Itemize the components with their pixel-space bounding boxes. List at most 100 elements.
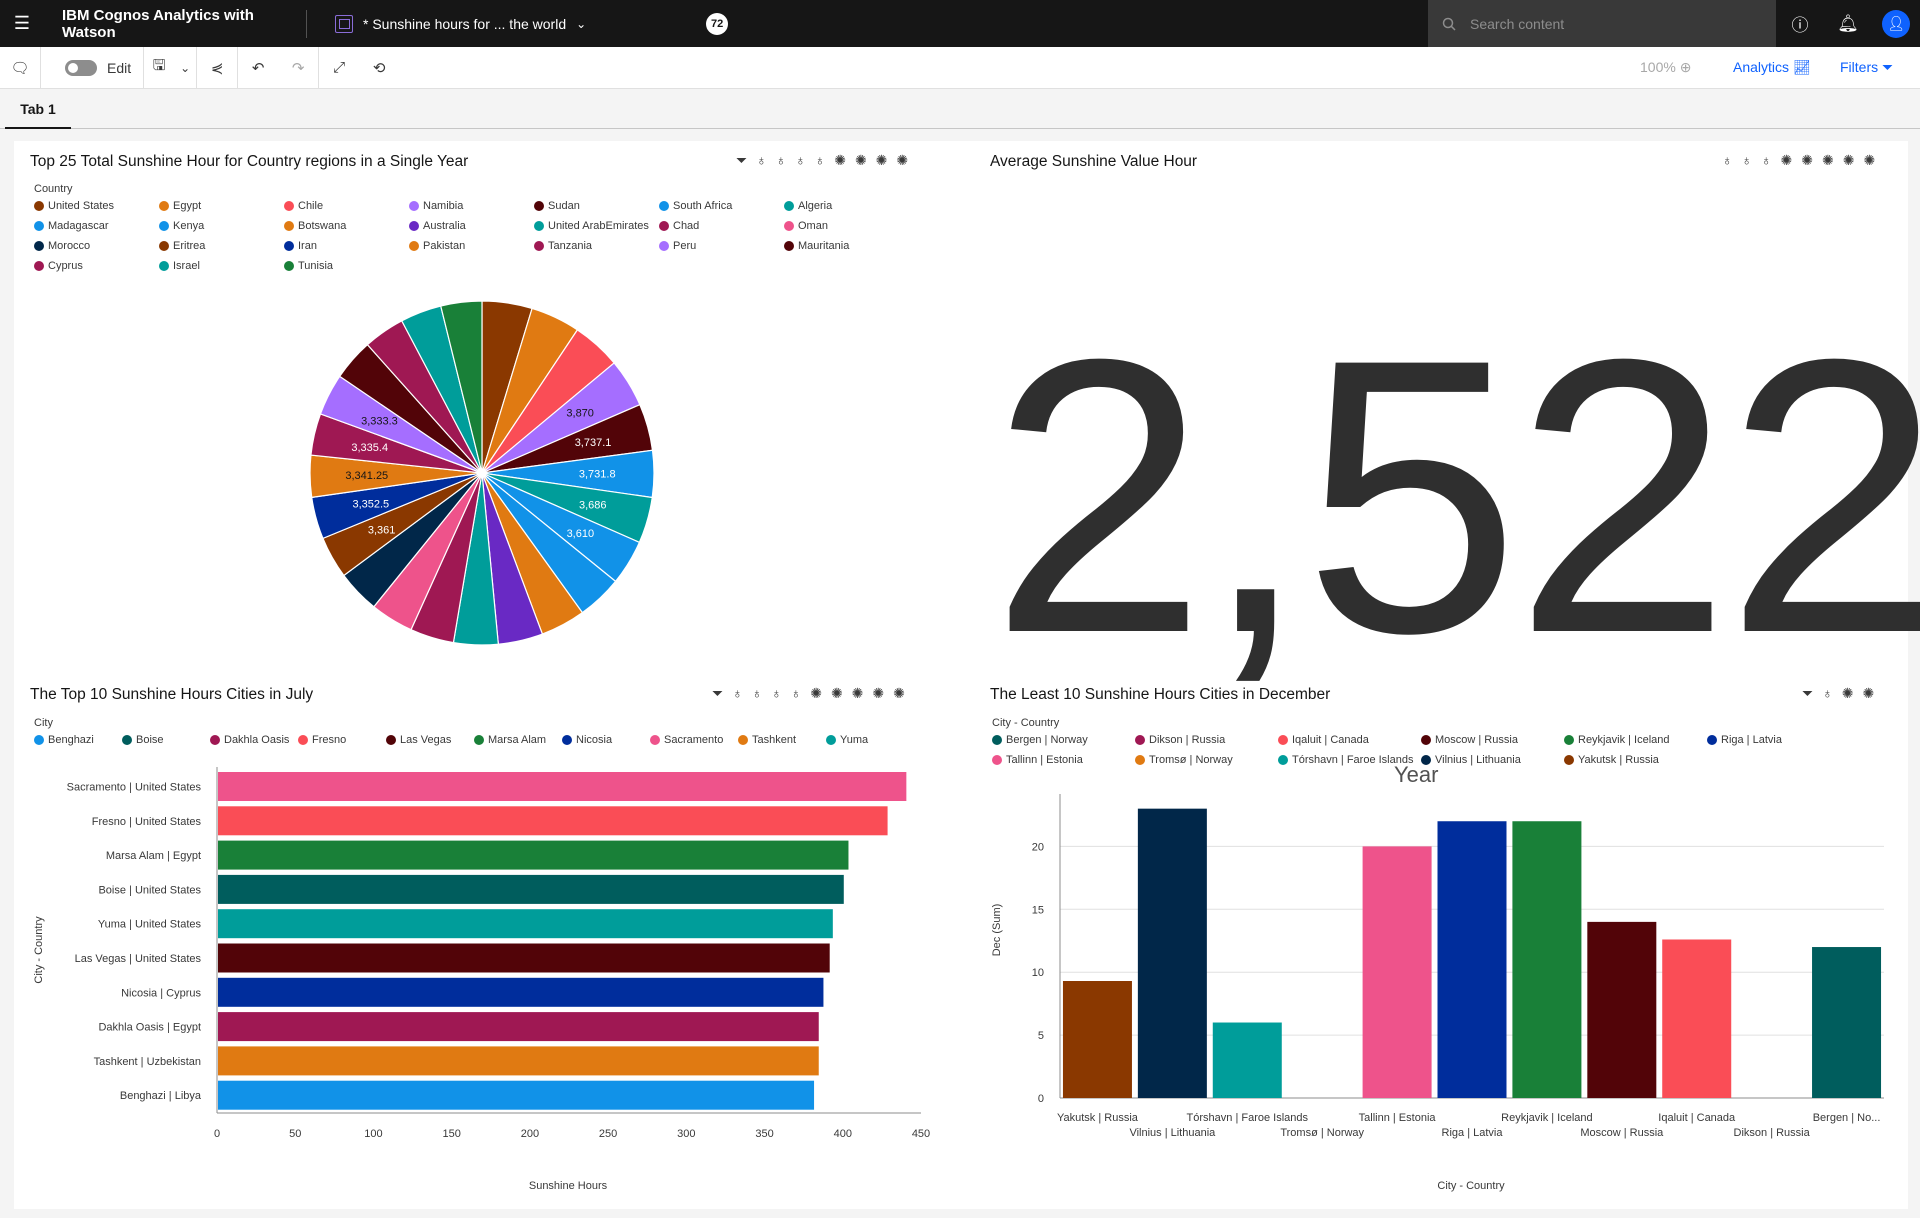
column-bar[interactable] [1062,981,1132,1098]
refresh-icon[interactable]: ⟲ [359,47,399,89]
column-bar[interactable] [1512,821,1582,1098]
bar[interactable] [218,943,830,973]
y-tick-label: 20 [1032,841,1044,853]
tab-1[interactable]: Tab 1 [5,97,71,129]
column-bar[interactable] [1212,1022,1282,1098]
bar[interactable] [218,1046,819,1076]
tab-bar: Tab 1 [0,89,1920,129]
x-tick-label: Yakutsk | Russia [1057,1112,1139,1124]
dashboard-icon [335,14,353,33]
x-tick-label: Riga | Latvia [1442,1127,1504,1139]
x-axis-title: City - Country [1437,1180,1505,1192]
chevron-down-icon[interactable]: ⌄ [576,17,586,31]
x-tick-label: Moscow | Russia [1580,1127,1664,1139]
help-icon[interactable]: ⓘ [1776,0,1824,47]
y-tick-label: 15 [1032,904,1044,916]
insight-bulb-icon[interactable]: ♁ [1742,152,1753,169]
x-tick-label: Dikson | Russia [1734,1127,1811,1139]
column-bar[interactable] [1137,808,1207,1098]
pie-data-label: 3,333.3 [361,415,398,427]
bar[interactable] [218,977,824,1007]
y-tick-label: 5 [1038,1030,1044,1042]
bar[interactable] [218,1080,815,1110]
y-tick-label: Tashkent | Uzbekistan [94,1056,201,1068]
column-bar[interactable] [1812,947,1882,1098]
y-tick-label: 0 [1038,1093,1044,1105]
pie-data-label: 3,341.25 [345,470,388,482]
column-chart-widget[interactable]: The Least 10 Sunshine Hours Cities in De… [974,674,1908,1204]
undo-icon[interactable]: ↶ [238,47,278,89]
x-tick-label: Reykjavik | Iceland [1501,1112,1593,1124]
pie-chart-widget[interactable]: Top 25 Total Sunshine Hour for Country r… [14,141,964,671]
column-bar[interactable] [1437,821,1507,1098]
column-bar[interactable] [1362,846,1432,1098]
x-tick-label: 350 [755,1128,773,1140]
notification-count-badge[interactable]: 72 [706,12,729,35]
notifications-bell-icon[interactable]: 🔔︎ [1824,0,1872,47]
y-tick-label: Dakhla Oasis | Egypt [98,1022,201,1034]
zoom-level[interactable]: 100% ⊕ [1640,59,1691,76]
x-tick-label: 450 [912,1128,930,1140]
edit-toggle[interactable] [65,59,97,76]
horizontal-bar-chart: Sacramento | United States Fresno | Unite… [33,767,930,1192]
pie-data-label: 3,335.4 [351,442,388,454]
analytics-button[interactable]: Analytics 📈︎ [1733,59,1811,76]
redo-icon[interactable]: ↷ [278,47,318,89]
bar[interactable] [218,909,833,939]
x-tick-label: 150 [442,1128,460,1140]
y-axis-title: City - Country [33,916,45,984]
pie-data-label: 3,870 [566,408,594,420]
bar[interactable] [218,1012,819,1042]
x-tick-label: Tallinn | Estonia [1359,1112,1437,1124]
chevron-down-icon[interactable]: ⌄ [174,47,196,89]
document-switcher[interactable]: * Sunshine hours for ... the world ⌄ 72 [325,12,1325,35]
driver-icon[interactable]: ✺ [1843,152,1855,169]
widget-toolbar: ♁ ♁ ♁ ✺ ✺ ✺ ✺ ✺ [1722,152,1875,169]
document-title: * Sunshine hours for ... the world [363,15,567,32]
x-tick-label: Vilnius | Lithuania [1129,1127,1216,1139]
top-right-icons: ⓘ 🔔︎ 👤︎ [1776,0,1920,47]
kpi-value: 2,522 [990,278,1920,714]
y-axis-title: Dec (Sum) [991,904,1003,957]
edit-label: Edit [107,59,132,76]
pie-chart: 3,870 3,737.1 3,731.8 3,686 3,610 3,361 3,352.… [309,300,655,646]
x-tick-label: 100 [364,1128,382,1140]
y-tick-label: Sacramento | United States [67,782,202,794]
driver-icon[interactable]: ✺ [1781,152,1793,169]
driver-icon[interactable]: ✺ [1801,152,1813,169]
save-icon[interactable]: 🖫︎ [144,47,174,89]
y-tick-label: Marsa Alam | Egypt [106,850,201,862]
fullscreen-icon[interactable]: ⤢ [319,47,359,89]
horizontal-bar-chart-widget[interactable]: The Top 10 Sunshine Hours Cities in July… [14,674,964,1204]
x-tick-label: 300 [677,1128,695,1140]
bar[interactable] [218,806,888,836]
pie-data-label: 3,686 [579,500,607,512]
search-input[interactable] [1470,15,1750,32]
user-avatar-icon[interactable]: 👤︎ [1882,9,1910,38]
y-tick-label: Fresno | United States [92,816,202,828]
insight-bulb-icon[interactable]: ♁ [1761,152,1772,169]
insight-bulb-icon[interactable]: ♁ [1722,152,1733,169]
x-tick-label: Tórshavn | Faroe Islands [1187,1112,1309,1124]
bar[interactable] [218,874,844,904]
search-box[interactable] [1428,0,1776,47]
dashboard-canvas: Top 25 Total Sunshine Hour for Country r… [14,141,1920,1209]
comment-icon[interactable]: 🗨︎ [0,47,40,89]
filters-label: Filters [1840,59,1879,75]
bar[interactable] [218,772,907,801]
search-icon [1442,17,1456,31]
column-bar[interactable] [1587,921,1657,1098]
divider [40,46,41,89]
hamburger-menu-icon[interactable]: ☰ [0,0,44,47]
column-bar[interactable] [1662,939,1732,1098]
driver-icon[interactable]: ✺ [1863,152,1875,169]
x-tick-label: Bergen | No... [1813,1112,1881,1124]
y-tick-label: 10 [1032,967,1044,979]
bar[interactable] [218,840,849,870]
driver-icon[interactable]: ✺ [1822,152,1834,169]
zoom-icon: ⊕ [1679,59,1692,75]
y-tick-label: Yuma | United States [98,919,202,931]
filter-funnel-icon: ⏷ [1882,59,1894,75]
filters-button[interactable]: Filters ⏷ [1840,59,1893,76]
share-icon[interactable]: ⋞ [197,47,237,89]
